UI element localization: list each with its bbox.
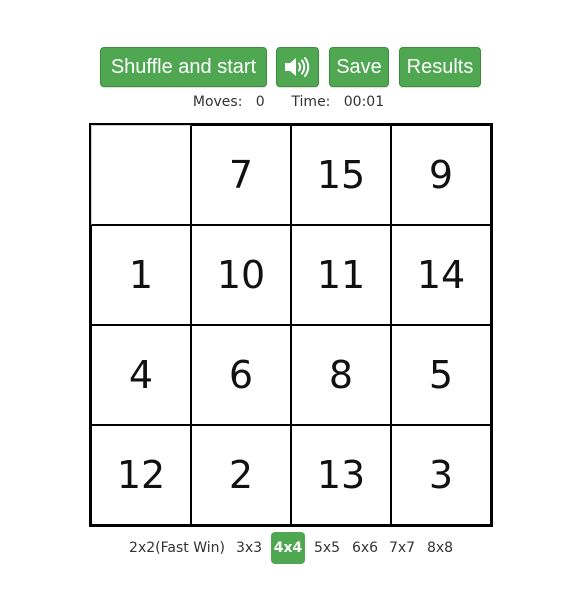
moves-label: Moves: [192,94,243,110]
size-option-8x8[interactable]: 8x8 [421,532,459,564]
tile[interactable]: 8 [291,325,391,425]
time-value: 00:01 [343,94,385,110]
board-size-selector: 2x2(Fast Win) 3x3 4x4 5x5 6x6 7x7 8x8 [0,532,577,564]
tile[interactable]: 1 [91,225,191,325]
size-option-7x7[interactable]: 7x7 [384,532,420,564]
toolbar: Shuffle and start Save Results [0,47,577,87]
tile[interactable]: 15 [291,125,391,225]
save-button[interactable]: Save [329,47,389,87]
size-option-6x6[interactable]: 6x6 [346,532,384,564]
tile[interactable]: 9 [391,125,491,225]
tile[interactable]: 14 [391,225,491,325]
moves-value: 0 [255,94,265,110]
tile[interactable]: 3 [391,425,491,525]
size-option-5x5[interactable]: 5x5 [309,532,345,564]
puzzle-board: 7 15 9 1 10 11 14 4 6 8 5 12 2 13 3 [89,123,493,527]
size-option-4x4[interactable]: 4x4 [271,532,305,564]
size-option-2x2-fast-win[interactable]: 2x2(Fast Win) [122,532,232,564]
sound-toggle-button[interactable] [276,47,319,87]
tile[interactable]: 12 [91,425,191,525]
time-label: Time: [291,94,331,110]
tile[interactable]: 10 [191,225,291,325]
size-option-3x3[interactable]: 3x3 [230,532,268,564]
shuffle-and-start-button[interactable]: Shuffle and start [100,47,267,87]
tile[interactable]: 11 [291,225,391,325]
results-button[interactable]: Results [399,47,481,87]
tile[interactable]: 5 [391,325,491,425]
tile[interactable]: 2 [191,425,291,525]
empty-tile [91,125,191,225]
tile[interactable]: 7 [191,125,291,225]
tile[interactable]: 6 [191,325,291,425]
tile[interactable]: 4 [91,325,191,425]
tile[interactable]: 13 [291,425,391,525]
game-stats: Moves: 0 Time: 00:01 [0,94,577,110]
speaker-icon [284,57,309,77]
